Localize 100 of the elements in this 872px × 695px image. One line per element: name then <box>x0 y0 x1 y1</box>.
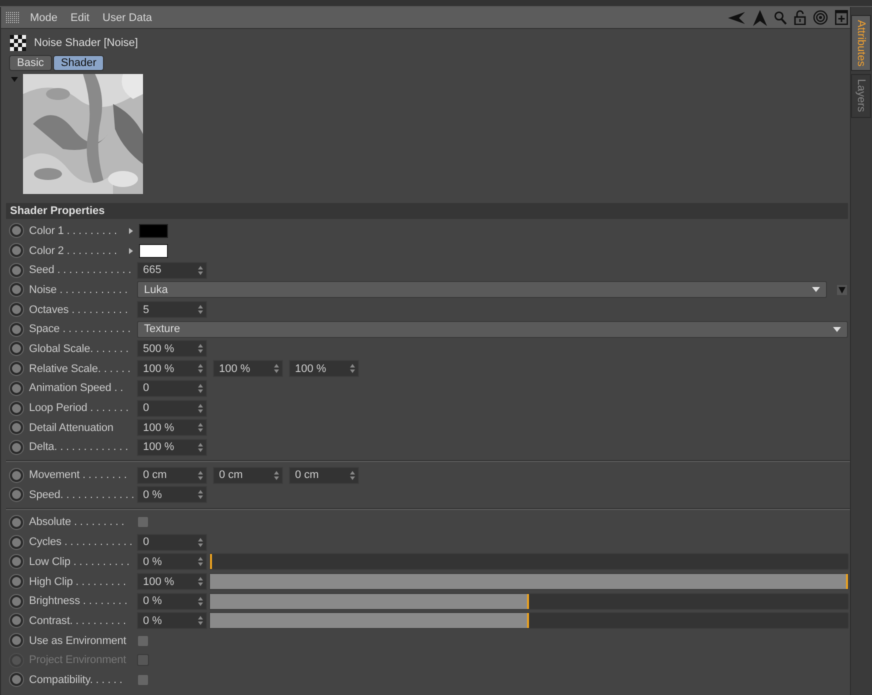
expand-icon[interactable] <box>129 248 133 254</box>
collapse-icon[interactable] <box>11 77 18 82</box>
tab[interactable]: Shader <box>52 55 104 71</box>
spinner-icon[interactable] <box>198 404 203 413</box>
color-swatch[interactable] <box>139 244 168 258</box>
number-field[interactable]: 100 % <box>137 573 207 590</box>
number-field[interactable]: 0 cm <box>137 466 207 484</box>
keyframe-icon[interactable] <box>10 516 23 529</box>
keyframe-icon[interactable] <box>10 224 23 238</box>
spinner-icon[interactable] <box>198 616 203 626</box>
slider-track[interactable] <box>209 553 849 570</box>
number-field[interactable]: 100 % <box>289 360 359 378</box>
keyframe-icon[interactable] <box>10 575 23 588</box>
property-label: Compatibility. . . . . . <box>29 674 124 686</box>
keyframe-icon[interactable] <box>10 555 23 568</box>
keyframe-icon[interactable] <box>10 342 23 356</box>
number-field[interactable]: 500 % <box>137 340 207 358</box>
keyframe-icon[interactable] <box>10 264 23 277</box>
spinner-icon[interactable] <box>350 470 355 480</box>
property-label: Color 1 . . . . . . . . . <box>29 224 118 237</box>
spinner-icon[interactable] <box>198 538 203 547</box>
spinner-icon[interactable] <box>198 344 203 354</box>
property-label: Movement . . . . . . . . <box>29 469 128 482</box>
keyframe-icon[interactable] <box>10 488 23 502</box>
property-label: Relative Scale. . . . . . <box>29 362 132 375</box>
spinner-icon[interactable] <box>350 364 355 374</box>
menu-item[interactable]: Mode <box>30 12 58 24</box>
keyframe-icon[interactable] <box>10 382 23 395</box>
up-arrow-icon[interactable] <box>753 10 767 26</box>
number-field[interactable]: 0 <box>137 534 207 551</box>
lock-icon[interactable] <box>794 10 806 25</box>
spinner-icon[interactable] <box>198 305 203 314</box>
number-field[interactable]: 0 cm <box>213 466 283 484</box>
checker-icon <box>10 35 26 51</box>
number-field[interactable]: 100 % <box>213 360 283 378</box>
number-field[interactable]: 0 <box>137 400 207 417</box>
back-arrow-icon[interactable] <box>728 10 746 24</box>
tab[interactable]: Basic <box>9 55 52 71</box>
keyframe-icon[interactable] <box>10 402 23 415</box>
section-header: Shader Properties <box>6 203 848 219</box>
search-icon[interactable] <box>774 10 787 24</box>
number-field[interactable]: 0 % <box>137 592 207 610</box>
menu-item[interactable]: Edit <box>70 12 90 24</box>
keyframe-icon[interactable] <box>10 614 23 628</box>
slider-fill[interactable] <box>210 613 529 628</box>
number-field[interactable]: 100 % <box>137 360 207 378</box>
checkbox[interactable] <box>137 674 149 686</box>
spinner-icon[interactable] <box>274 364 279 374</box>
spinner-icon[interactable] <box>198 577 203 586</box>
slider-track[interactable] <box>209 612 849 630</box>
number-field[interactable]: 665 <box>137 262 207 279</box>
spinner-icon[interactable] <box>198 364 203 374</box>
keyframe-icon[interactable] <box>10 594 23 608</box>
number-field[interactable]: 100 % <box>137 419 207 436</box>
property-label: Cycles . . . . . . . . . . . . <box>29 536 133 548</box>
number-field[interactable]: 0 <box>137 380 207 397</box>
keyframe-icon[interactable] <box>10 421 23 434</box>
number-field[interactable]: 0 % <box>137 612 207 630</box>
spinner-icon[interactable] <box>274 470 279 480</box>
expand-icon[interactable] <box>129 228 133 234</box>
spinner-icon[interactable] <box>198 442 203 452</box>
spinner-icon[interactable] <box>198 423 203 432</box>
menu-caret-icon[interactable] <box>837 284 847 295</box>
spinner-icon[interactable] <box>198 266 203 275</box>
slider-track[interactable] <box>209 592 849 610</box>
property-label: Global Scale. . . . . . . <box>29 342 130 355</box>
slider-fill[interactable] <box>210 594 529 609</box>
target-icon[interactable] <box>813 10 828 25</box>
spinner-icon[interactable] <box>198 384 203 393</box>
number-field[interactable]: 0 % <box>137 486 207 504</box>
object-title: Noise Shader [Noise] <box>34 37 138 49</box>
property-label: Speed. . . . . . . . . . . . . <box>29 488 133 501</box>
keyframe-icon[interactable] <box>10 634 23 648</box>
menu-item[interactable]: User Data <box>102 12 152 24</box>
number-field[interactable]: 5 <box>137 301 207 318</box>
keyframe-icon[interactable] <box>10 673 23 686</box>
keyframe-icon[interactable] <box>10 322 23 336</box>
spinner-icon[interactable] <box>198 596 203 606</box>
number-field[interactable]: 100 % <box>137 438 207 456</box>
keyframe-icon[interactable] <box>10 244 23 258</box>
spinner-icon[interactable] <box>198 557 203 566</box>
dropdown[interactable]: Texture <box>137 320 848 338</box>
caret-icon <box>833 326 841 332</box>
number-field[interactable]: 0 cm <box>289 466 359 484</box>
color-swatch[interactable] <box>139 224 168 238</box>
spinner-icon[interactable] <box>198 470 203 480</box>
dropdown[interactable]: Luka <box>137 281 827 298</box>
property-label: Detail Attenuation <box>29 422 114 434</box>
keyframe-icon[interactable] <box>10 536 23 549</box>
keyframe-icon[interactable] <box>10 303 23 316</box>
checkbox[interactable] <box>137 516 149 528</box>
property-label: Space . . . . . . . . . . . . <box>29 323 132 336</box>
keyframe-icon[interactable] <box>10 440 23 454</box>
keyframe-icon[interactable] <box>10 468 23 482</box>
checkbox[interactable] <box>137 634 149 647</box>
keyframe-icon[interactable] <box>10 283 23 296</box>
spinner-icon[interactable] <box>198 490 203 500</box>
keyframe-icon[interactable] <box>10 362 23 376</box>
new-panel-icon[interactable] <box>835 10 848 25</box>
number-field[interactable]: 0 % <box>137 553 207 570</box>
